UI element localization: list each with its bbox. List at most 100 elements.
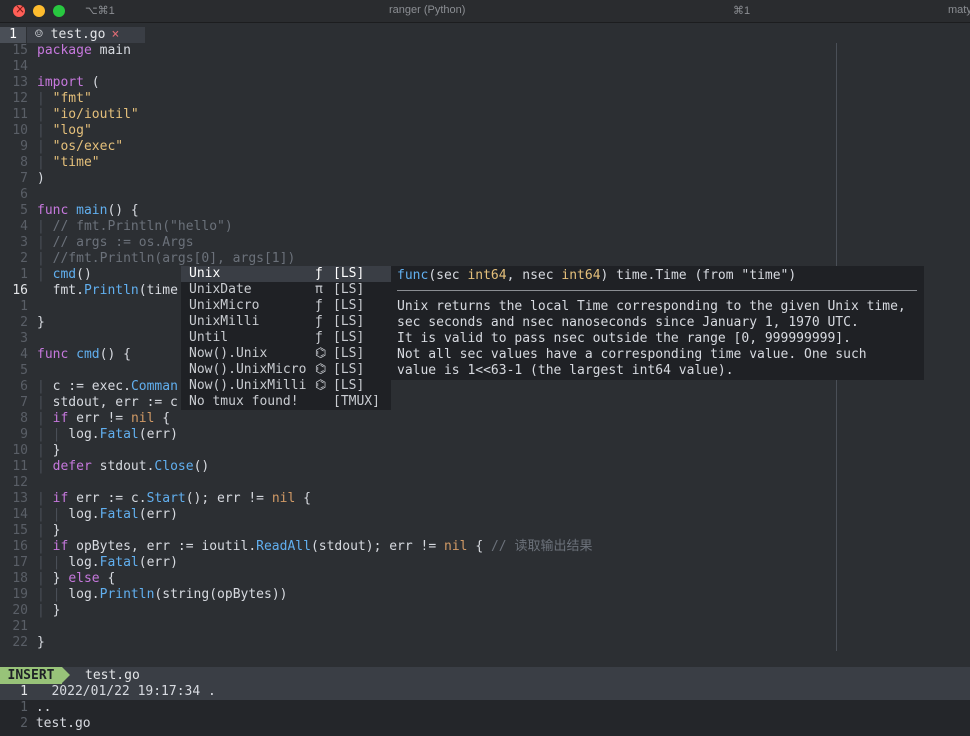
- code-line[interactable]: 9 | "os/exec": [0, 139, 836, 155]
- code-line[interactable]: 10 | "log": [0, 123, 836, 139]
- code-token: |: [37, 603, 53, 618]
- code-line[interactable]: 7 | stdout, err := c: [0, 395, 836, 411]
- completion-item[interactable]: Until ƒ [LS]: [181, 330, 391, 346]
- code-token: (: [91, 75, 100, 90]
- code-line[interactable]: 17 | | log.Fatal(err): [0, 555, 836, 571]
- close-window-button[interactable]: [13, 2, 25, 17]
- code-line[interactable]: 12: [0, 475, 836, 491]
- completion-word: UnixMilli: [189, 314, 260, 329]
- line-number: 11: [12, 459, 28, 474]
- terminal-line[interactable]: 1 2022/01/22 19:17:34 .: [0, 684, 970, 700]
- code-line[interactable]: 6: [0, 187, 836, 203]
- completion-source: [LS]: [333, 330, 365, 345]
- code-line[interactable]: 14: [0, 59, 836, 75]
- code-line[interactable]: 13 import (: [0, 75, 836, 91]
- modified-mark[interactable]: ×: [111, 27, 119, 42]
- code-line[interactable]: 21: [0, 619, 836, 635]
- code-text: | c := exec.Comman: [37, 379, 178, 395]
- code-line[interactable]: 22}: [0, 635, 836, 651]
- code-line[interactable]: 2 | //fmt.Println(args[0], args[1]): [0, 251, 836, 267]
- code-text: | if err != nil {: [37, 411, 170, 427]
- code-token: | |: [37, 587, 69, 602]
- minimize-window-button[interactable]: [33, 5, 45, 17]
- doc-line: sec seconds and nsec nanoseconds since J…: [397, 315, 859, 330]
- code-line[interactable]: 20 | }: [0, 603, 836, 619]
- line-number: 16: [12, 539, 28, 554]
- completion-item[interactable]: UnixMicro ƒ [LS]: [181, 298, 391, 314]
- completion-item[interactable]: Now().Unix ⌬ [LS]: [181, 346, 391, 362]
- code-line[interactable]: 10 | }: [0, 443, 836, 459]
- code-line[interactable]: 8 | "time": [0, 155, 836, 171]
- terminal-line[interactable]: 2 test.go: [0, 716, 90, 732]
- code-token: func: [37, 347, 77, 362]
- code-line[interactable]: 19 | | log.Println(string(opBytes)): [0, 587, 836, 603]
- code-token: |: [37, 571, 53, 586]
- tab-label: test.go: [50, 27, 106, 42]
- code-text: | // fmt.Println("hello"): [37, 219, 233, 235]
- terminal-line[interactable]: 1 ..: [0, 700, 51, 716]
- line-number: 4: [20, 347, 28, 362]
- code-token: |: [37, 411, 53, 426]
- code-text: | if err := c.Start(); err != nil {: [37, 491, 311, 507]
- code-token: {: [295, 491, 311, 506]
- line-number: 10: [12, 443, 28, 458]
- code-token: "io/ioutil": [52, 107, 139, 122]
- code-text: | }: [37, 603, 60, 619]
- code-line[interactable]: 4 | // fmt.Println("hello"): [0, 219, 836, 235]
- doc-line: value is 1<<63-1 (the largest int64 valu…: [397, 363, 734, 378]
- completion-word: Now().Unix: [189, 346, 268, 361]
- code-line[interactable]: 8 | if err != nil {: [0, 411, 836, 427]
- code-line[interactable]: 5 func main() {: [0, 203, 836, 219]
- code-line[interactable]: 16 | if opBytes, err := ioutil.ReadAll(st…: [0, 539, 836, 555]
- completion-item[interactable]: Unix ƒ [LS]: [181, 266, 391, 282]
- mode-indicator: INSERT: [0, 667, 70, 684]
- line-number: 6: [20, 187, 28, 202]
- line-number: 16: [12, 283, 28, 298]
- completion-source: [TMUX]: [333, 394, 380, 409]
- code-token: // args := os.Args: [52, 235, 194, 250]
- code-line[interactable]: 14 | | log.Fatal(err): [0, 507, 836, 523]
- code-text: }: [37, 315, 45, 331]
- documentation-popup: func(sec int64, nsec int64) time.Time (f…: [391, 266, 924, 380]
- code-token: package: [37, 43, 100, 58]
- code-text: func main() {: [37, 203, 139, 219]
- line-number: 1: [20, 267, 28, 282]
- zoom-window-button[interactable]: [53, 5, 65, 17]
- code-line[interactable]: 11 | defer stdout.Close(): [0, 459, 836, 475]
- tab-test-go[interactable]: ☺ test.go ×: [27, 27, 145, 43]
- code-token: ReadAll: [256, 539, 311, 554]
- completion-item[interactable]: UnixMilli ƒ [LS]: [181, 314, 391, 330]
- code-line[interactable]: 11 | "io/ioutil": [0, 107, 836, 123]
- code-line[interactable]: 12 | "fmt": [0, 91, 836, 107]
- completion-item[interactable]: Now().UnixMicro ⌬ [LS]: [181, 362, 391, 378]
- code-line[interactable]: 13 | if err := c.Start(); err != nil {: [0, 491, 836, 507]
- code-line[interactable]: 18 | } else {: [0, 571, 836, 587]
- completion-menu[interactable]: Unix ƒ [LS] UnixDate π [LS] UnixMicro ƒ [LS] Unix…: [181, 266, 391, 410]
- code-token: if: [52, 411, 77, 426]
- code-token: // fmt.Println("hello"): [52, 219, 233, 234]
- code-token: err := c.: [76, 491, 147, 506]
- completion-kind-icon: ⌬: [315, 378, 327, 393]
- code-line[interactable]: 15 package main: [0, 43, 836, 59]
- completion-item[interactable]: Now().UnixMilli ⌬ [LS]: [181, 378, 391, 394]
- code-token: Start: [146, 491, 186, 506]
- completion-kind-icon: ⌬: [315, 362, 327, 377]
- code-text: | // args := os.Args: [37, 235, 194, 251]
- code-token: |: [37, 139, 53, 154]
- code-token: Comman: [130, 379, 178, 394]
- code-line[interactable]: 6 | c := exec.Comman: [0, 379, 836, 395]
- code-line[interactable]: 3 | // args := os.Args: [0, 235, 836, 251]
- completion-word: Now().UnixMicro: [189, 362, 307, 377]
- code-token: (err): [138, 427, 178, 442]
- code-token: Println: [83, 283, 139, 298]
- completion-item[interactable]: No tmux found! [TMUX]: [181, 394, 391, 410]
- code-line[interactable]: 15 | }: [0, 523, 836, 539]
- terminal-pane[interactable]: 1 2022/01/22 19:17:34 .1 .. 2 test.go: [0, 684, 970, 736]
- completion-item[interactable]: UnixDate π [LS]: [181, 282, 391, 298]
- code-text: | stdout, err := c: [37, 395, 178, 411]
- code-token: (err): [138, 507, 178, 522]
- code-line[interactable]: 7): [0, 171, 836, 187]
- code-token: |: [37, 107, 53, 122]
- code-line[interactable]: 9 | | log.Fatal(err): [0, 427, 836, 443]
- code-token: Fatal: [99, 507, 139, 522]
